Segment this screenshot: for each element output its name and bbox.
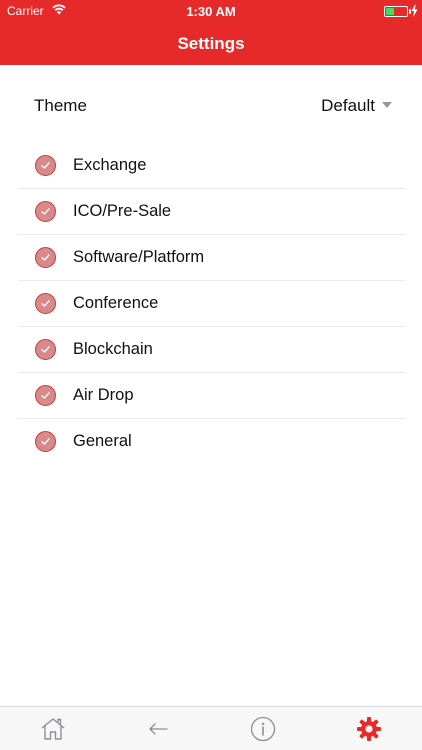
list-item-label: Conference	[73, 294, 159, 312]
page-title: Settings	[177, 34, 245, 53]
tab-bar	[0, 706, 422, 750]
checkmark-icon	[41, 254, 50, 261]
status-bar: Carrier 1:30 AM	[0, 0, 422, 22]
checkmark-icon	[41, 162, 50, 169]
list-item-label: Blockchain	[73, 340, 153, 358]
tab-info[interactable]	[249, 715, 277, 743]
category-list: Exchange ICO/Pre-Sale Software/Platform …	[18, 143, 405, 465]
checkbox-checked[interactable]	[35, 247, 56, 268]
list-item[interactable]: ICO/Pre-Sale	[18, 189, 405, 235]
tab-home[interactable]	[39, 715, 67, 743]
info-icon	[250, 716, 276, 742]
list-item-label: ICO/Pre-Sale	[73, 202, 172, 220]
checkmark-icon	[41, 346, 50, 353]
list-item-label: Air Drop	[73, 386, 134, 404]
battery-icon	[384, 6, 408, 17]
home-icon	[41, 718, 65, 740]
tab-settings[interactable]	[355, 715, 383, 743]
back-arrow-icon	[149, 723, 168, 735]
checkbox-checked[interactable]	[35, 339, 56, 360]
list-item[interactable]: Air Drop	[18, 373, 405, 419]
list-item-label: Exchange	[73, 156, 147, 174]
checkmark-icon	[41, 300, 50, 307]
theme-select[interactable]: Default	[321, 96, 392, 116]
gear-icon	[357, 717, 381, 741]
charging-bolt-icon	[411, 4, 418, 17]
list-item[interactable]: Exchange	[18, 143, 405, 189]
list-item[interactable]: General	[18, 419, 405, 465]
list-item-label: General	[73, 432, 132, 450]
list-item[interactable]: Software/Platform	[18, 235, 405, 281]
list-item[interactable]: Conference	[18, 281, 405, 327]
checkbox-checked[interactable]	[35, 385, 56, 406]
caret-down-icon	[382, 102, 392, 108]
checkbox-checked[interactable]	[35, 431, 56, 452]
theme-select-value: Default	[321, 96, 375, 115]
list-item[interactable]: Blockchain	[18, 327, 405, 373]
checkmark-icon	[41, 392, 50, 399]
theme-row: Theme Default	[0, 65, 422, 145]
checkmark-icon	[41, 438, 50, 445]
checkbox-checked[interactable]	[35, 155, 56, 176]
checkbox-checked[interactable]	[35, 201, 56, 222]
theme-label: Theme	[34, 96, 87, 115]
nav-bar: Settings	[0, 22, 422, 65]
status-time: 1:30 AM	[186, 4, 236, 19]
checkmark-icon	[41, 208, 50, 215]
list-item-label: Software/Platform	[73, 248, 205, 266]
checkbox-checked[interactable]	[35, 293, 56, 314]
tab-back[interactable]	[144, 715, 172, 743]
